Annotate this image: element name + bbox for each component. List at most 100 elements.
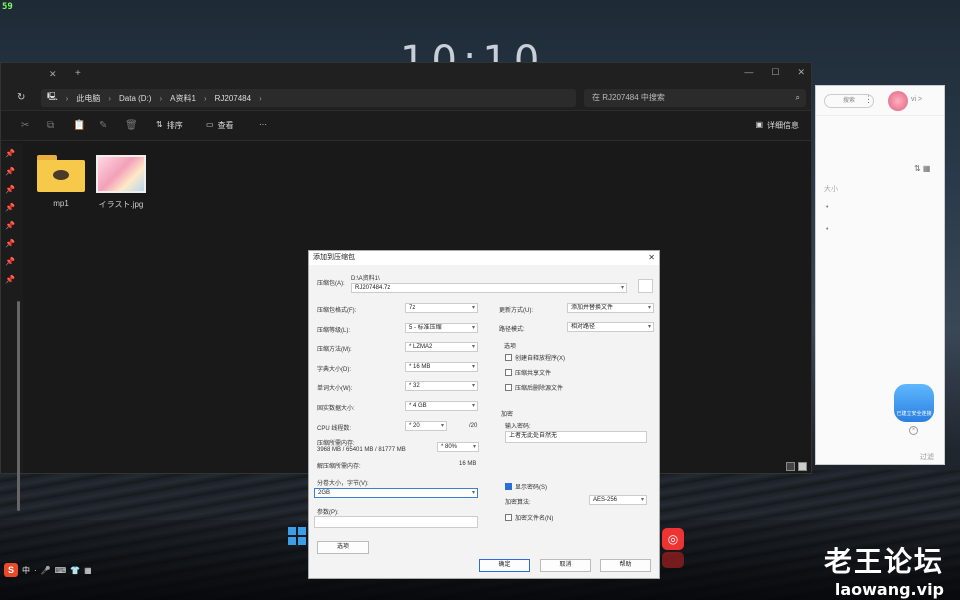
memory-select[interactable]: * 80% [437, 442, 479, 452]
side-app-header: 搜索 ⋮ vi > [816, 86, 944, 116]
format-select[interactable]: 7z [405, 303, 478, 313]
view-icon: ▭ [206, 120, 214, 129]
solid-select[interactable]: * 4 GB [405, 401, 478, 411]
level-select[interactable]: 5 - 标准压缩 [405, 323, 478, 333]
split-size-select[interactable]: 2GB [314, 488, 478, 498]
dict-select[interactable]: * 16 MB [405, 362, 478, 372]
tab-close-icon[interactable]: ✕ [49, 69, 57, 80]
file-name: イラスト.jpg [98, 200, 144, 209]
netease-music-icon[interactable]: ◎ [662, 528, 684, 550]
toolbox-icon[interactable]: ▦ [84, 566, 92, 575]
threads-select[interactable]: * 20 [405, 421, 447, 431]
cut-icon[interactable]: ✂ [21, 120, 29, 131]
minimize-icon[interactable]: — [744, 67, 753, 78]
password-label: 输入密码: [505, 424, 531, 430]
copy-icon[interactable]: ⧉ [47, 120, 54, 131]
view-button[interactable]: ▭ 查看 [206, 120, 234, 131]
folder-item[interactable]: mp1 [31, 155, 91, 208]
sogou-ime-icon[interactable]: S [4, 563, 18, 577]
sort-button[interactable]: ⇅ 排序 [156, 120, 183, 131]
keyboard-icon[interactable]: ⌨ [55, 566, 67, 575]
search-input[interactable]: 在 RJ207484 中搜索 ⌕ [584, 89, 806, 107]
shared-checkbox[interactable]: 压缩共享文件 [505, 368, 551, 377]
pin-icon[interactable]: 📌 [5, 203, 15, 212]
sort-grid-icons[interactable]: ⇅ ▦ [914, 164, 930, 173]
mic-icon[interactable]: 🎤 [41, 566, 51, 575]
breadcrumb-item[interactable]: RJ207484 [215, 94, 251, 103]
sfx-checkbox[interactable]: 创建自释放程序(X) [505, 353, 565, 362]
vip-link[interactable]: vi > [911, 96, 922, 103]
solid-label: 固实数据大小: [317, 406, 355, 412]
options-button[interactable]: 选项 [317, 541, 369, 554]
format-label: 压缩包格式(F): [317, 308, 357, 314]
rename-icon[interactable]: ✎ [99, 120, 107, 131]
pin-icon[interactable]: 📌 [5, 221, 15, 230]
breadcrumb[interactable]: 🖳 › 此电脑 › Data (D:) › A资料1 › RJ207484 › [41, 89, 576, 107]
list-bullet: • [826, 226, 829, 233]
close-circle-icon[interactable]: × [909, 426, 918, 435]
archive-path: D:\A资料1\ [351, 276, 380, 282]
navigation-pane: 📌 📌 📌 📌 📌 📌 📌 📌 [1, 143, 23, 511]
path-mode-select[interactable]: 相对路径 [567, 322, 654, 332]
breadcrumb-item[interactable]: 此电脑 [76, 93, 100, 104]
details-button[interactable]: ▣ 详细信息 [755, 120, 799, 131]
update-mode-select[interactable]: 添加并替换文件 [567, 303, 654, 313]
encrypt-method-select[interactable]: AES-256 [589, 495, 647, 505]
pin-icon[interactable]: 📌 [5, 167, 15, 176]
size-column-label: 大小 [824, 186, 838, 193]
pin-icon[interactable]: 📌 [5, 275, 15, 284]
ime-mode[interactable]: 中 [22, 565, 30, 576]
add-to-archive-dialog: 添加到压缩包 ✕ 压缩包(A): D:\A资料1\ RJ207484.7z 压缩… [308, 250, 660, 579]
new-tab-icon[interactable]: + [75, 68, 81, 79]
image-thumbnail-icon [96, 155, 146, 193]
search-icon[interactable]: ⌕ [796, 89, 800, 107]
browse-button[interactable] [638, 279, 653, 293]
method-label: 压缩方法(M): [317, 347, 352, 353]
search-placeholder: 在 RJ207484 中搜索 [592, 93, 665, 102]
memory-detail: 3968 MB / 65401 MB / 81777 MB [317, 447, 406, 453]
params-input[interactable] [314, 516, 478, 528]
image-file-item[interactable]: イラスト.jpg [91, 155, 151, 210]
more-icon[interactable]: ⋮ [864, 94, 873, 105]
taskbar-app-icon[interactable] [662, 552, 684, 568]
folder-icon [37, 155, 85, 193]
cloud-upload-icon[interactable]: 已建立安全连接 [894, 384, 934, 422]
punctuation-icon[interactable]: · [34, 566, 37, 575]
cancel-button[interactable]: 取消 [540, 559, 591, 572]
skin-icon[interactable]: 👕 [70, 566, 80, 575]
breadcrumb-item[interactable]: Data (D:) [119, 94, 151, 103]
fps-counter: 59 [2, 2, 13, 12]
refresh-icon[interactable]: ↻ [17, 92, 25, 103]
params-label: 参数(P): [317, 510, 339, 516]
archive-name-field[interactable]: RJ207484.7z [351, 283, 627, 293]
large-icons-view-icon[interactable] [798, 462, 807, 471]
delete-icon[interactable]: 🗑 [125, 120, 138, 131]
close-icon[interactable]: ✕ [648, 251, 655, 265]
delete-after-checkbox[interactable]: 压缩后删除源文件 [505, 383, 563, 392]
close-icon[interactable]: ✕ [797, 67, 805, 78]
ok-button[interactable]: 确定 [479, 559, 530, 572]
word-select[interactable]: * 32 [405, 381, 478, 391]
sort-icon: ⇅ [156, 120, 163, 129]
breadcrumb-item[interactable]: A资料1 [170, 93, 196, 104]
nav-scrollbar[interactable] [17, 301, 20, 511]
options-group-title: 选项 [504, 344, 517, 350]
method-select[interactable]: * LZMA2 [405, 342, 478, 352]
pin-icon[interactable]: 📌 [5, 149, 15, 158]
pin-icon[interactable]: 📌 [5, 239, 15, 248]
details-view-icon[interactable] [786, 462, 795, 471]
avatar[interactable] [888, 91, 908, 111]
window-controls: — ☐ ✕ [744, 67, 805, 78]
paste-icon[interactable]: 📋 [73, 120, 85, 131]
dialog-title: 添加到压缩包 ✕ [309, 251, 659, 265]
maximize-icon[interactable]: ☐ [771, 67, 779, 78]
more-button[interactable]: ··· [259, 120, 267, 129]
windows-start-icon[interactable] [288, 527, 306, 545]
archive-label: 压缩包(A): [317, 281, 345, 287]
pin-icon[interactable]: 📌 [5, 185, 15, 194]
help-button[interactable]: 帮助 [600, 559, 651, 572]
show-password-checkbox[interactable]: 显示密码(S) [505, 482, 547, 491]
encrypt-names-checkbox[interactable]: 加密文件名(N) [505, 513, 553, 522]
password-input[interactable]: 上者无此处自然无 [505, 431, 647, 443]
pin-icon[interactable]: 📌 [5, 257, 15, 266]
